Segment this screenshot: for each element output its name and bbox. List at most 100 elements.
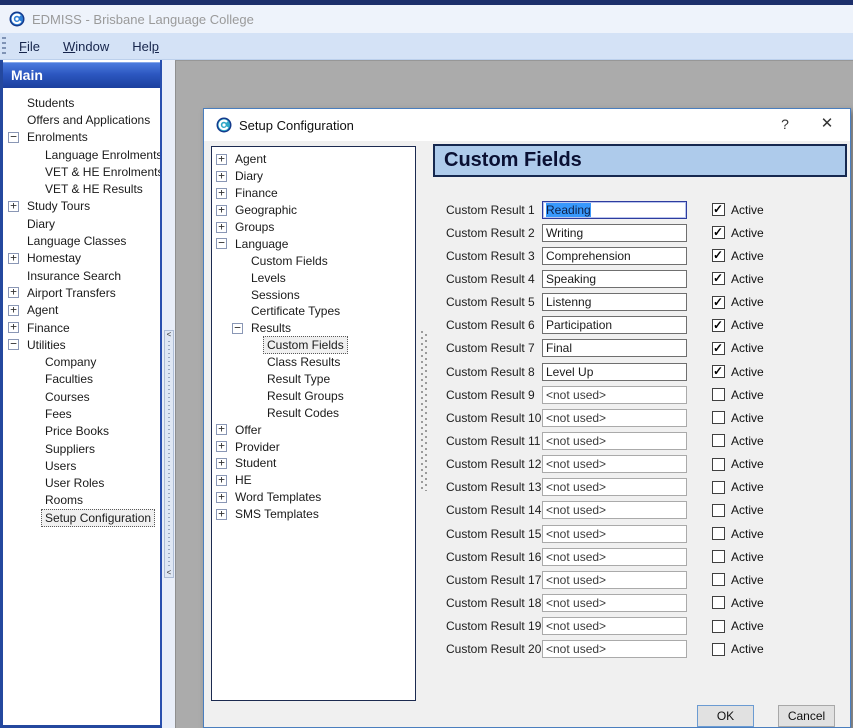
- custom-result-input[interactable]: <not used>: [542, 432, 687, 450]
- active-checkbox[interactable]: [712, 643, 725, 656]
- sidebar-tree-item[interactable]: VET & HE Results: [3, 180, 160, 197]
- custom-result-input[interactable]: Final: [542, 339, 687, 357]
- config-tree-item[interactable]: Results: [212, 320, 415, 337]
- active-checkbox[interactable]: [712, 434, 725, 447]
- sidebar-tree-item[interactable]: Students: [3, 94, 160, 111]
- custom-result-input[interactable]: Speaking: [542, 270, 687, 288]
- custom-result-input[interactable]: Listenng: [542, 293, 687, 311]
- sidebar-tree-item[interactable]: Company: [3, 353, 160, 370]
- config-tree-item[interactable]: Class Results: [212, 354, 415, 371]
- sidebar-tree-item[interactable]: VET & HE Enrolments: [3, 163, 160, 180]
- config-tree-item[interactable]: Sessions: [212, 286, 415, 303]
- tree-expander-icon[interactable]: [216, 458, 227, 469]
- active-checkbox[interactable]: [712, 411, 725, 424]
- tree-expander-icon[interactable]: [8, 201, 19, 212]
- active-checkbox[interactable]: [712, 342, 725, 355]
- tree-expander-icon[interactable]: [216, 222, 227, 233]
- active-checkbox[interactable]: [712, 226, 725, 239]
- tree-expander-icon[interactable]: [216, 509, 227, 520]
- custom-result-input[interactable]: <not used>: [542, 501, 687, 519]
- tree-expander-icon[interactable]: [216, 492, 227, 503]
- sidebar-tree-item[interactable]: Price Books: [3, 423, 160, 440]
- sidebar-tree-item[interactable]: Finance: [3, 319, 160, 336]
- config-tree-item[interactable]: Finance: [212, 185, 415, 202]
- active-checkbox[interactable]: [712, 573, 725, 586]
- sidebar-tree-item[interactable]: Language Enrolments: [3, 146, 160, 163]
- tree-expander-icon[interactable]: [216, 154, 227, 165]
- sidebar-tree-item[interactable]: Users: [3, 457, 160, 474]
- config-tree-item[interactable]: Geographic: [212, 202, 415, 219]
- config-tree-item[interactable]: Result Codes: [212, 404, 415, 421]
- sidebar-tree-item[interactable]: Utilities: [3, 336, 160, 353]
- sidebar-tree-item[interactable]: Offers and Applications: [3, 111, 160, 128]
- tree-expander-icon[interactable]: [216, 475, 227, 486]
- sidebar-tree-item[interactable]: User Roles: [3, 475, 160, 492]
- ok-button[interactable]: OK: [697, 705, 754, 727]
- custom-result-input[interactable]: <not used>: [542, 478, 687, 496]
- config-tree-item[interactable]: HE: [212, 472, 415, 489]
- menubar-gripper[interactable]: [2, 37, 6, 56]
- active-checkbox[interactable]: [712, 388, 725, 401]
- sidebar-tree-item[interactable]: Agent: [3, 302, 160, 319]
- tree-expander-icon[interactable]: [232, 323, 243, 334]
- custom-result-input[interactable]: <not used>: [542, 617, 687, 635]
- tree-expander-icon[interactable]: [216, 188, 227, 199]
- tree-panel-splitter[interactable]: [420, 331, 428, 491]
- active-checkbox[interactable]: [712, 620, 725, 633]
- tree-expander-icon[interactable]: [8, 253, 19, 264]
- sidebar-tree-item[interactable]: Airport Transfers: [3, 284, 160, 301]
- custom-result-input[interactable]: <not used>: [542, 571, 687, 589]
- tree-expander-icon[interactable]: [216, 205, 227, 216]
- config-tree-item[interactable]: Certificate Types: [212, 303, 415, 320]
- custom-result-input[interactable]: Participation: [542, 316, 687, 334]
- active-checkbox[interactable]: [712, 203, 725, 216]
- tree-expander-icon[interactable]: [8, 132, 19, 143]
- tree-expander-icon[interactable]: [216, 171, 227, 182]
- active-checkbox[interactable]: [712, 319, 725, 332]
- active-checkbox[interactable]: [712, 296, 725, 309]
- custom-result-input[interactable]: Writing: [542, 224, 687, 242]
- active-checkbox[interactable]: [712, 249, 725, 262]
- sidebar-tree-item[interactable]: Language Classes: [3, 232, 160, 249]
- custom-result-input[interactable]: <not used>: [542, 455, 687, 473]
- tree-expander-icon[interactable]: [8, 287, 19, 298]
- config-tree-item[interactable]: Groups: [212, 219, 415, 236]
- config-tree-item[interactable]: Custom Fields: [212, 337, 415, 354]
- help-button[interactable]: ?: [764, 109, 806, 141]
- menu-file[interactable]: File: [9, 35, 50, 58]
- menu-window[interactable]: Window: [53, 35, 119, 58]
- tree-expander-icon[interactable]: [8, 322, 19, 333]
- active-checkbox[interactable]: [712, 481, 725, 494]
- custom-result-input[interactable]: <not used>: [542, 386, 687, 404]
- config-tree-item[interactable]: Agent: [212, 151, 415, 168]
- sidebar-tree-item[interactable]: Faculties: [3, 371, 160, 388]
- cancel-button[interactable]: Cancel: [778, 705, 835, 727]
- tree-expander-icon[interactable]: [216, 441, 227, 452]
- sidebar-tree-item[interactable]: Insurance Search: [3, 267, 160, 284]
- sidebar-tree-item[interactable]: Homestay: [3, 250, 160, 267]
- config-tree-item[interactable]: Result Type: [212, 371, 415, 388]
- active-checkbox[interactable]: [712, 504, 725, 517]
- sidebar-tree-item[interactable]: Diary: [3, 215, 160, 232]
- sidebar-splitter[interactable]: < <: [164, 330, 174, 578]
- collapse-left-icon[interactable]: <: [167, 331, 172, 339]
- sidebar-tree-item[interactable]: Courses: [3, 388, 160, 405]
- config-tree-item[interactable]: Word Templates: [212, 489, 415, 506]
- active-checkbox[interactable]: [712, 458, 725, 471]
- tree-expander-icon[interactable]: [8, 305, 19, 316]
- config-tree-item[interactable]: Diary: [212, 168, 415, 185]
- active-checkbox[interactable]: [712, 365, 725, 378]
- custom-result-input[interactable]: Reading: [542, 201, 687, 219]
- config-tree-item[interactable]: Result Groups: [212, 387, 415, 404]
- menu-help[interactable]: Help: [122, 35, 169, 58]
- tree-expander-icon[interactable]: [216, 424, 227, 435]
- active-checkbox[interactable]: [712, 527, 725, 540]
- custom-result-input[interactable]: <not used>: [542, 548, 687, 566]
- active-checkbox[interactable]: [712, 550, 725, 563]
- custom-result-input[interactable]: <not used>: [542, 594, 687, 612]
- custom-result-input[interactable]: <not used>: [542, 640, 687, 658]
- config-tree-item[interactable]: Levels: [212, 269, 415, 286]
- sidebar-tree-item[interactable]: Setup Configuration: [3, 509, 160, 526]
- tree-expander-icon[interactable]: [8, 339, 19, 350]
- sidebar-tree-item[interactable]: Enrolments: [3, 129, 160, 146]
